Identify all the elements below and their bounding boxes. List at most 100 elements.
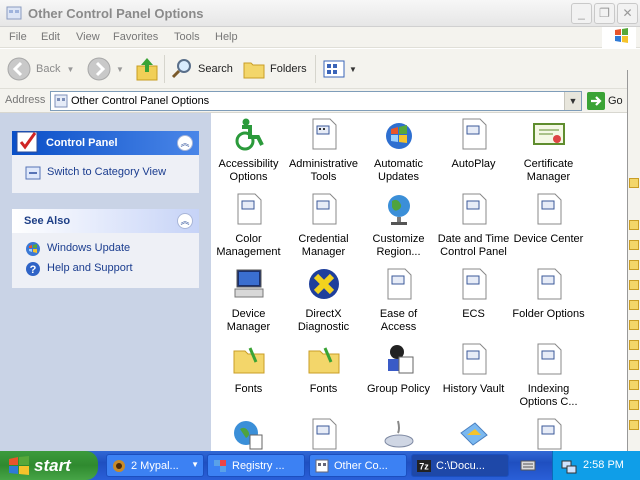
- control-panel-icon: [54, 94, 68, 108]
- taskbar-button-label: Registry ...: [232, 460, 285, 472]
- registry-icon: [214, 460, 226, 472]
- go-button[interactable]: Go: [587, 92, 623, 110]
- menu-file[interactable]: File: [9, 31, 27, 43]
- device-manager-item[interactable]: Device Manager: [211, 267, 286, 334]
- maximize-button[interactable]: ❐: [594, 3, 615, 24]
- applet-item[interactable]: [511, 417, 586, 451]
- keyboard-item[interactable]: [361, 417, 436, 451]
- see-also-box: See Also ︽ Windows Update ? Help and Sup…: [12, 209, 199, 288]
- icon-label: Group Policy: [367, 383, 430, 395]
- close-button[interactable]: ✕: [617, 3, 638, 24]
- certificate-manager-item[interactable]: Certificate Manager: [511, 117, 586, 184]
- keyboard-icon: [520, 460, 536, 471]
- search-button[interactable]: Search: [170, 55, 233, 83]
- device-center-icon: [537, 193, 561, 225]
- windows-update-label: Windows Update: [47, 242, 131, 254]
- group-policy-item[interactable]: Group Policy: [361, 342, 436, 396]
- taskbar-button-control-panel[interactable]: Other Co...: [309, 454, 407, 477]
- mypal-icon: [113, 460, 125, 472]
- ease-of-access-item[interactable]: Ease of Access: [361, 267, 436, 334]
- history-vault-item[interactable]: History Vault: [436, 342, 511, 396]
- display-item[interactable]: [436, 417, 511, 451]
- accessibility-options-item[interactable]: Accessibility Options: [211, 117, 286, 184]
- up-folder-button[interactable]: [135, 55, 159, 83]
- credential-manager-icon: [312, 193, 336, 225]
- menu-favorites[interactable]: Favorites: [113, 31, 158, 43]
- clock[interactable]: 2:58 PM: [583, 459, 624, 471]
- folder-icon: [629, 260, 639, 270]
- taskbar-button-registry[interactable]: Registry ...: [207, 454, 305, 477]
- automatic-updates-item[interactable]: Automatic Updates: [361, 117, 436, 184]
- folders-button[interactable]: Folders: [242, 55, 307, 83]
- address-input[interactable]: Other Control Panel Options ▼: [50, 91, 582, 111]
- credential-manager-item[interactable]: Credential Manager: [286, 192, 361, 259]
- back-arrow-icon: [7, 57, 31, 81]
- icon-grid: Accessibility Options Administrative Too…: [211, 113, 627, 451]
- indexing-icon: [537, 343, 561, 375]
- customize-region-item[interactable]: Customize Region...: [361, 192, 436, 259]
- directx-diagnostic-item[interactable]: DirectX Diagnostic: [286, 267, 361, 334]
- menu-help[interactable]: Help: [215, 31, 238, 43]
- history-vault-icon: [462, 343, 486, 375]
- ease-of-access-icon: [387, 268, 411, 300]
- see-also-header[interactable]: See Also ︽: [12, 209, 199, 233]
- title-bar: Other Control Panel Options _ ❐ ✕: [0, 0, 640, 27]
- control-panel-header[interactable]: Control Panel ︽: [12, 131, 199, 155]
- control-panel-box: Control Panel ︽ Switch to Category View: [12, 131, 199, 193]
- views-button[interactable]: ▼: [322, 55, 357, 83]
- chevron-down-icon[interactable]: ▼: [349, 65, 357, 74]
- search-label: Search: [198, 63, 233, 75]
- menu-view[interactable]: View: [76, 31, 100, 43]
- menu-edit[interactable]: Edit: [41, 31, 60, 43]
- icon-label: Device Manager: [226, 308, 271, 333]
- certificate-icon: [532, 123, 565, 145]
- address-dropdown-button[interactable]: ▼: [564, 92, 581, 110]
- fonts-item[interactable]: Fonts: [211, 342, 286, 396]
- ecs-item[interactable]: ECS: [436, 267, 511, 321]
- taskbar: start 2 Mypal... ▼ Registry ... Other Co…: [0, 451, 640, 480]
- network-item[interactable]: [211, 417, 286, 451]
- date-time-item[interactable]: Date and Time Control Panel: [436, 192, 511, 259]
- collapse-chevron-icon[interactable]: ︽: [177, 213, 193, 229]
- 7zip-icon: 7z: [417, 460, 431, 472]
- windows-flag-icon: [9, 456, 29, 475]
- network-tray-icon[interactable]: [561, 458, 577, 474]
- keyboard-tray-icon[interactable]: [520, 457, 536, 473]
- fonts-item[interactable]: Fonts: [286, 342, 361, 396]
- chevron-down-icon[interactable]: ▼: [66, 65, 74, 74]
- folders-label: Folders: [270, 63, 307, 75]
- control-panel-icon: [315, 459, 329, 473]
- indexing-options-item[interactable]: Indexing Options C...: [511, 342, 586, 409]
- folder-options-item[interactable]: Folder Options: [511, 267, 586, 321]
- taskbar-button-7zip[interactable]: 7z C:\Docu...: [411, 454, 509, 477]
- windows-update-link[interactable]: Windows Update: [12, 239, 199, 259]
- applet-item[interactable]: [286, 417, 361, 451]
- administrative-tools-item[interactable]: Administrative Tools: [286, 117, 361, 184]
- icon-label: Fonts: [309, 383, 338, 395]
- network-icon: [233, 421, 262, 450]
- directx-icon: [308, 269, 339, 299]
- minimize-button[interactable]: _: [571, 3, 592, 24]
- svg-text:7z: 7z: [419, 462, 429, 472]
- help-and-support-link[interactable]: ? Help and Support: [12, 259, 199, 279]
- icon-label: Accessibility Options: [218, 158, 279, 183]
- background-window-edge[interactable]: [627, 70, 640, 451]
- taskbar-button-mypal[interactable]: 2 Mypal... ▼: [106, 454, 204, 477]
- date-time-icon: [462, 193, 486, 225]
- forward-button[interactable]: ▼: [86, 55, 124, 83]
- globe-icon: [387, 195, 410, 225]
- autoplay-item[interactable]: AutoPlay: [436, 117, 511, 171]
- menu-bar: File Edit View Favorites Tools Help: [0, 27, 640, 48]
- device-manager-icon: [234, 269, 263, 298]
- device-center-item[interactable]: Device Center: [511, 192, 586, 246]
- start-button[interactable]: start: [0, 451, 98, 480]
- windows-logo: [602, 27, 636, 48]
- menu-tools[interactable]: Tools: [174, 31, 200, 43]
- switch-category-view-label: Switch to Category View: [47, 166, 167, 178]
- icon-label: ECS: [462, 308, 485, 320]
- back-button[interactable]: Back ▼: [6, 55, 74, 83]
- switch-category-view-link[interactable]: Switch to Category View: [12, 163, 199, 183]
- chevron-down-icon[interactable]: ▼: [116, 65, 124, 74]
- color-management-item[interactable]: Color Management: [211, 192, 286, 259]
- collapse-chevron-icon[interactable]: ︽: [177, 135, 193, 151]
